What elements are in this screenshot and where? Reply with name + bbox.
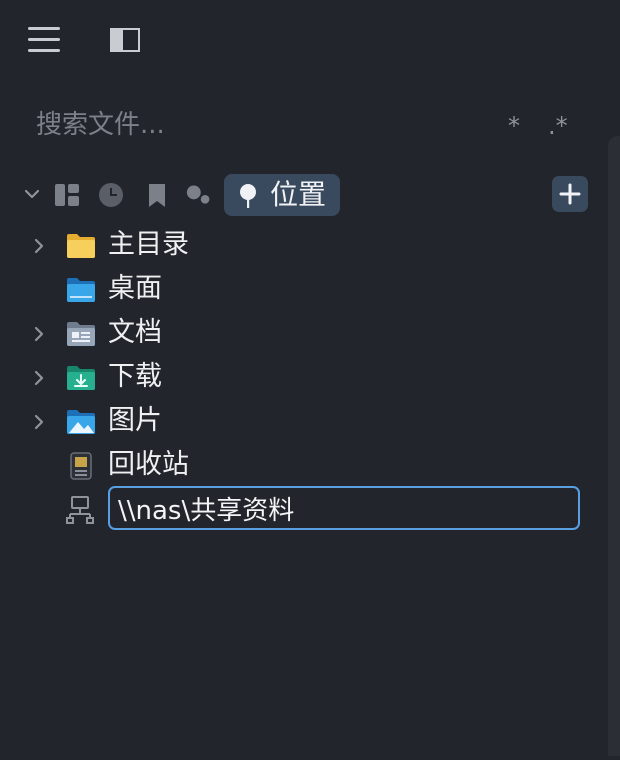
trash-icon [70, 452, 92, 480]
clock-icon[interactable] [98, 182, 124, 208]
chevron-right-icon[interactable] [32, 238, 46, 254]
downloads-folder-icon [67, 366, 95, 390]
place-item-label: 主目录 [108, 229, 189, 260]
pictures-folder-icon [67, 410, 95, 434]
menu-icon[interactable] [28, 27, 60, 53]
chevron-right-icon[interactable] [32, 326, 46, 342]
home-folder-icon [67, 234, 95, 258]
documents-folder-icon [67, 322, 95, 346]
adjacent-panel-edge [608, 136, 620, 756]
top-bar [0, 0, 620, 80]
add-place-button[interactable] [552, 176, 588, 212]
place-item-downloads[interactable]: 下载 [0, 356, 608, 400]
grid-icon[interactable] [54, 182, 80, 208]
place-item-trash[interactable]: 回收站 [0, 444, 608, 488]
sidebar-toggle-icon[interactable] [110, 28, 140, 52]
search-bar: * .* [0, 100, 608, 150]
glob-toggle[interactable]: * [508, 112, 520, 140]
pin-icon [240, 184, 256, 208]
new-place-input[interactable] [118, 490, 570, 526]
chevron-down-icon[interactable] [24, 186, 40, 202]
place-item-pictures[interactable]: 图片 [0, 400, 608, 444]
search-input[interactable] [36, 100, 476, 150]
chevron-right-icon[interactable] [32, 414, 46, 430]
place-item-label: 图片 [108, 405, 162, 436]
category-places-pill[interactable]: 位置 [224, 174, 340, 216]
regex-toggle[interactable]: .* [548, 112, 568, 140]
bookmark-icon[interactable] [144, 182, 170, 208]
place-item-desktop[interactable]: 桌面 [0, 268, 608, 312]
chevron-right-icon[interactable] [32, 370, 46, 386]
place-item-label: 桌面 [108, 273, 162, 304]
plus-icon [559, 183, 581, 205]
category-places-label: 位置 [270, 178, 327, 211]
place-item-label: 下载 [108, 361, 162, 392]
rename-field[interactable] [108, 486, 580, 530]
place-item-label: 回收站 [108, 449, 189, 480]
place-item-home[interactable]: 主目录 [0, 224, 608, 268]
desktop-folder-icon [67, 278, 95, 302]
tag-icon[interactable] [186, 182, 212, 208]
place-item-documents[interactable]: 文档 [0, 312, 608, 356]
place-item-label: 文档 [108, 317, 162, 348]
category-bar: 位置 [0, 172, 608, 218]
network-icon [66, 496, 94, 524]
